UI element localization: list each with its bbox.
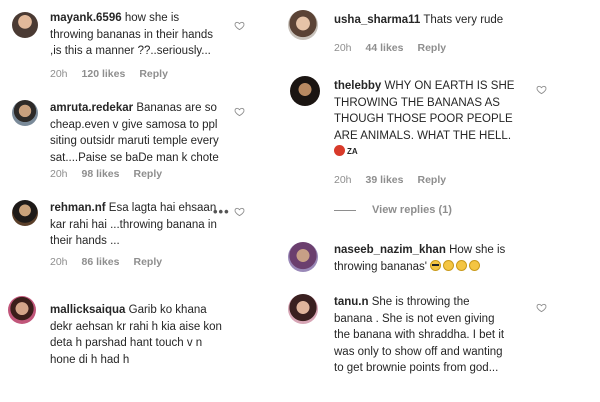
avatar[interactable]: [288, 294, 318, 324]
comment-likes[interactable]: 86 likes: [82, 256, 120, 268]
comment-username[interactable]: rehman.nf: [50, 202, 106, 214]
comment-time: 20h: [50, 68, 68, 80]
heart-icon[interactable]: [536, 302, 547, 313]
comment-item: naseeb_nazim_khan How she is throwing ba…: [288, 238, 600, 282]
comment-item: usha_sharma11 Thats very rude 20h 44 like…: [288, 0, 600, 60]
comment-item: mallicksaiqua Garib ko khana dekr aehsan…: [0, 296, 300, 376]
comment-item: rehman.nf Esa lagta hai ehsaan kar rahi …: [0, 194, 300, 274]
reply-button[interactable]: Reply: [417, 42, 446, 54]
reply-button[interactable]: Reply: [139, 68, 168, 80]
comment-username[interactable]: amruta.redekar: [50, 102, 133, 114]
comment-badge: ZA: [347, 147, 358, 156]
comment-text: naseeb_nazim_khan How she is throwing ba…: [334, 244, 506, 273]
sunglasses-face-emoji: [430, 259, 442, 271]
smirking-face-emoji: [469, 259, 481, 271]
more-options-icon[interactable]: •••: [213, 204, 230, 219]
angry-face-emoji: [334, 145, 345, 156]
divider: [334, 209, 356, 211]
heart-icon[interactable]: [234, 206, 245, 217]
avatar[interactable]: [8, 296, 36, 324]
comment-text: thelebby WHY ON EARTH IS SHE THROWING TH…: [334, 80, 515, 156]
heart-icon[interactable]: [234, 20, 245, 31]
comment-meta: 20h 86 likes Reply: [50, 256, 176, 268]
comment-username[interactable]: tanu.n: [334, 296, 369, 308]
view-replies-button[interactable]: View replies (1): [334, 204, 452, 216]
avatar[interactable]: [12, 200, 38, 226]
reply-button[interactable]: Reply: [417, 174, 446, 186]
smirking-face-emoji: [443, 259, 455, 271]
comment-meta: 20h 44 likes Reply: [334, 42, 460, 54]
comment-meta: 20h 120 likes Reply: [50, 68, 182, 80]
comment-likes[interactable]: 39 likes: [366, 174, 404, 186]
heart-icon[interactable]: [234, 106, 245, 117]
reply-button[interactable]: Reply: [133, 256, 162, 268]
comment-text: tanu.n She is throwing the banana . She …: [334, 296, 505, 374]
comment-time: 20h: [334, 174, 352, 186]
comment-text: usha_sharma11 Thats very rude: [334, 14, 504, 26]
comment-time: 20h: [50, 168, 68, 180]
reply-button[interactable]: Reply: [133, 168, 162, 180]
smirking-face-emoji: [456, 259, 468, 271]
comment-text: amruta.redekar Bananas are so cheap.even…: [50, 102, 219, 164]
comment-meta: 20h 98 likes Reply: [50, 168, 176, 180]
comment-likes[interactable]: 98 likes: [82, 168, 120, 180]
comment-username[interactable]: mallicksaiqua: [50, 304, 125, 316]
comment-item: mayank.6596 how she is throwing bananas …: [0, 0, 300, 90]
comment-text: mallicksaiqua Garib ko khana dekr aehsan…: [50, 304, 222, 366]
comment-meta: 20h 39 likes Reply: [334, 174, 460, 186]
heart-icon[interactable]: [536, 84, 547, 95]
comment-text: rehman.nf Esa lagta hai ehsaan kar rahi …: [50, 202, 217, 247]
comment-likes[interactable]: 44 likes: [366, 42, 404, 54]
comment-username[interactable]: mayank.6596: [50, 12, 122, 24]
comment-time: 20h: [334, 42, 352, 54]
comment-item: tanu.n She is throwing the banana . She …: [288, 290, 600, 402]
avatar[interactable]: [12, 100, 38, 126]
avatar[interactable]: [12, 12, 38, 38]
comment-username[interactable]: thelebby: [334, 80, 381, 92]
comment-time: 20h: [50, 256, 68, 268]
comment-username[interactable]: naseeb_nazim_khan: [334, 244, 446, 256]
comment-item: thelebby WHY ON EARTH IS SHE THROWING TH…: [288, 70, 600, 230]
avatar[interactable]: [288, 10, 318, 40]
avatar[interactable]: [288, 242, 318, 272]
comment-text: mayank.6596 how she is throwing bananas …: [50, 12, 214, 57]
comment-likes[interactable]: 120 likes: [82, 68, 126, 80]
comment-username[interactable]: usha_sharma11: [334, 14, 420, 26]
comment-item: amruta.redekar Bananas are so cheap.even…: [0, 92, 300, 184]
avatar[interactable]: [290, 76, 320, 106]
